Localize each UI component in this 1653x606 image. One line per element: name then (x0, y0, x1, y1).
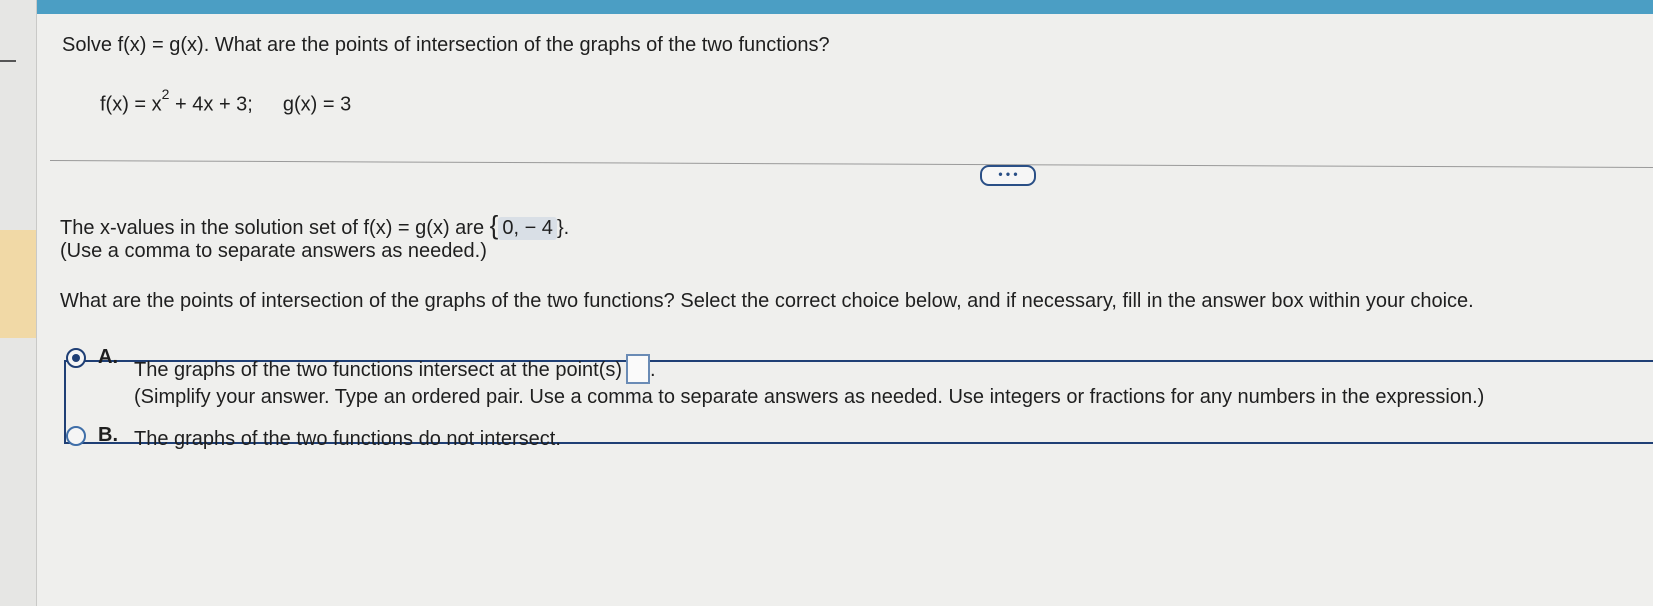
choice-b-radio[interactable] (66, 426, 86, 446)
f-definition-prefix: f(x) = x (100, 93, 162, 116)
question-prompt: Solve f(x) = g(x). What are the points o… (62, 34, 830, 56)
choice-b-letter: B. (98, 424, 118, 446)
choice-a-letter: A. (98, 346, 118, 368)
x-values-answer[interactable]: 0, − 4 (498, 217, 557, 240)
g-definition: g(x) = 3 (282, 93, 352, 116)
answer-close-brace: }. (556, 217, 570, 239)
collapse-dash-icon[interactable] (0, 60, 16, 62)
answer-open-brace: { (489, 210, 499, 240)
part1-answer-line: The x-values in the solution set of f(x)… (60, 210, 569, 241)
left-sidebar-highlight (0, 230, 36, 338)
choice-a-text-line: The graphs of the two functions intersec… (134, 354, 656, 384)
expand-more-button[interactable]: • • • (980, 165, 1036, 186)
function-definitions: f(x) = x2 + 4x + 3; g(x) = 3 (100, 86, 352, 117)
intersection-point-input[interactable] (626, 354, 651, 384)
choice-b-text: The graphs of the two functions do not i… (134, 428, 561, 450)
f-definition-suffix: + 4x + 3; (169, 93, 253, 116)
choice-a-hint: (Simplify your answer. Type an ordered p… (134, 386, 1485, 408)
part1-text: The x-values in the solution set of f(x)… (60, 217, 485, 239)
part2-prompt: What are the points of intersection of t… (60, 290, 1474, 312)
f-exponent: 2 (161, 86, 170, 102)
choice-a-text: The graphs of the two functions intersec… (134, 359, 623, 381)
part1-hint: (Use a comma to separate answers as need… (60, 240, 487, 262)
choice-a-radio[interactable] (66, 348, 86, 368)
choice-a-trailing: . (650, 359, 656, 381)
